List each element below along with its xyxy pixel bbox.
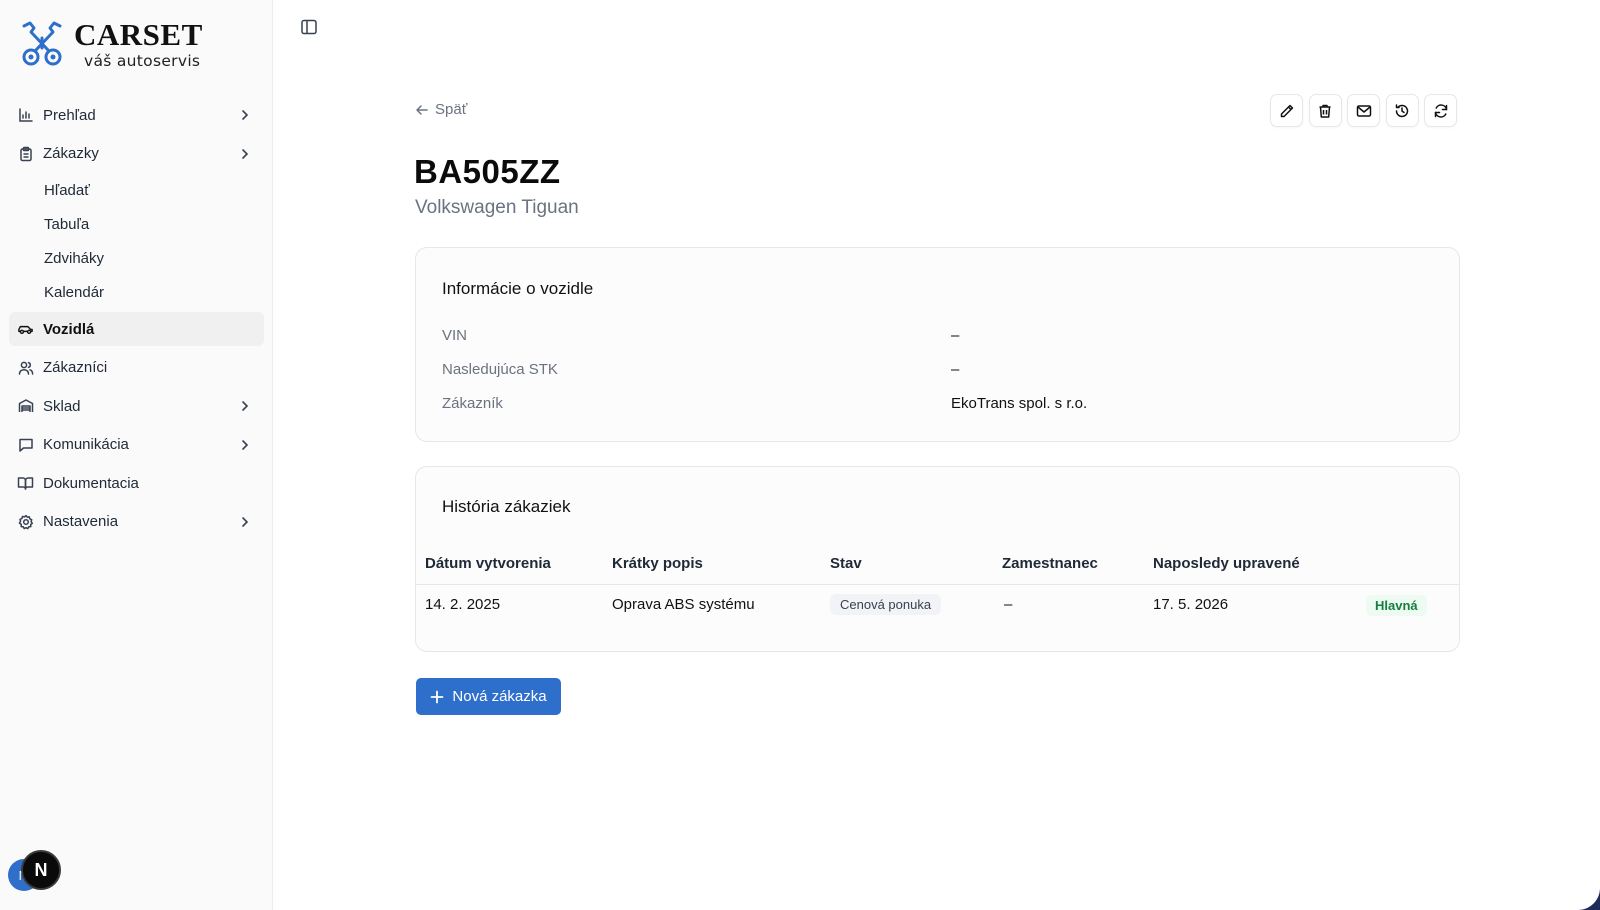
sidebar-item-label: Dokumentacia	[43, 474, 139, 492]
sidebar-item-label: Zákazky	[43, 145, 99, 162]
status-badge: Cenová ponuka	[830, 594, 942, 615]
column-header[interactable]: Zamestnanec	[1002, 555, 1098, 572]
chevron-right-icon	[242, 439, 249, 450]
refresh-button[interactable]	[1424, 94, 1457, 127]
column-header[interactable]: Krátky popis	[612, 555, 703, 572]
edit-button[interactable]	[1270, 94, 1303, 127]
sidebar-item-vozidla[interactable]: Vozidlá	[9, 312, 264, 347]
sidebar-subitem-zdvihaky[interactable]: Zdviháky	[9, 244, 264, 274]
cell-employee: –	[1004, 596, 1013, 613]
order-history-card: História zákaziek Dátum vytvorenia Krátk…	[415, 466, 1460, 652]
back-link[interactable]: Späť	[415, 101, 467, 118]
warehouse-icon	[17, 398, 34, 415]
table-row[interactable]: 14. 2. 2025 Oprava ABS systému Cenová po…	[416, 594, 1459, 626]
sidebar-item-label: Komunikácia	[43, 436, 129, 454]
vehicle-info-card: Informácie o vozidle VIN – Nasledujúca S…	[415, 247, 1460, 442]
main-content: Späť BA505ZZ Volkswagen Tiguan Informáci…	[273, 0, 1600, 910]
pencil-icon	[1280, 104, 1293, 117]
vehicle-plate: BA505ZZ	[414, 153, 561, 190]
arrow-left-icon	[416, 104, 428, 115]
sidebar-item-zakaznici[interactable]: Zákazníci	[9, 351, 264, 385]
sidebar-item-prehlad[interactable]: Prehľad	[9, 98, 264, 132]
dev-tools-badge[interactable]: N	[21, 850, 61, 890]
sidebar-toggle-icon[interactable]	[300, 18, 318, 36]
sidebar: CARSET váš autoservis Prehľad Zákazky Hľ…	[0, 0, 273, 910]
trash-icon	[1319, 104, 1331, 118]
users-icon	[17, 359, 34, 376]
customer-link[interactable]: EkoTrans spol. s r.o.	[951, 395, 1087, 412]
new-order-label: Nová zákazka	[452, 688, 547, 705]
sidebar-subitem-kalendar[interactable]: Kalendár	[9, 278, 264, 308]
history-button[interactable]	[1385, 94, 1419, 127]
column-header[interactable]: Dátum vytvorenia	[425, 555, 551, 572]
sidebar-item-label: Sklad	[43, 397, 81, 415]
refresh-icon	[1434, 103, 1447, 118]
bar-chart-icon	[17, 107, 34, 124]
email-button[interactable]	[1347, 94, 1380, 127]
sidebar-nav: Prehľad Zákazky Hľadať Tabuľa Zdviháky K…	[9, 98, 264, 543]
sidebar-item-nastavenia[interactable]: Nastavenia	[9, 505, 264, 539]
brand-logo[interactable]: CARSET váš autoservis	[18, 17, 203, 70]
brand-subtitle: váš autoservis	[84, 52, 201, 70]
chevron-right-icon	[242, 401, 249, 411]
cell-description: Oprava ABS systému	[612, 596, 755, 613]
cell-updated: 17. 5. 2026	[1153, 596, 1229, 613]
wrench-logo-icon	[22, 21, 62, 66]
info-label: Nasledujúca STK	[442, 361, 558, 378]
app-window: CARSET váš autoservis Prehľad Zákazky Hľ…	[0, 0, 1600, 910]
chevron-right-icon	[242, 110, 249, 120]
sidebar-item-komunikacia[interactable]: Komunikácia	[9, 428, 264, 462]
info-label: VIN	[442, 327, 468, 344]
mail-icon	[1356, 104, 1371, 117]
column-header[interactable]: Stav	[830, 555, 862, 572]
plus-icon	[430, 690, 444, 703]
back-label: Späť	[435, 101, 468, 118]
vehicle-model: Volkswagen Tiguan	[415, 197, 579, 218]
table-header: Dátum vytvorenia Krátky popis Stav Zames…	[416, 555, 1459, 585]
history-icon	[1395, 103, 1409, 117]
book-icon	[17, 475, 34, 492]
sidebar-subitem-tabula[interactable]: Tabuľa	[9, 209, 264, 239]
car-icon	[17, 321, 34, 338]
card-title: Informácie o vozidle	[442, 279, 594, 298]
sidebar-item-dokumentacia[interactable]: Dokumentacia	[9, 466, 264, 500]
column-header[interactable]: Naposledy upravené	[1153, 555, 1300, 572]
gear-icon	[17, 513, 34, 530]
sidebar-item-sklad[interactable]: Sklad	[9, 389, 264, 423]
message-icon	[17, 436, 34, 453]
clipboard-icon	[17, 145, 34, 162]
action-toolbar	[1270, 94, 1463, 127]
info-value: –	[951, 361, 960, 378]
sidebar-item-label: Prehľad	[43, 106, 96, 124]
info-value: –	[951, 327, 960, 344]
chevron-right-icon	[242, 148, 249, 159]
sidebar-item-label: Nastavenia	[43, 513, 119, 531]
new-order-button[interactable]: Nová zákazka	[416, 678, 561, 715]
sidebar-subitem-hladat[interactable]: Hľadať	[9, 175, 264, 205]
brand-title: CARSET	[74, 17, 203, 52]
delete-button[interactable]	[1308, 94, 1342, 127]
sidebar-item-label: Zákazníci	[43, 359, 108, 377]
sidebar-item-label: Vozidlá	[43, 320, 95, 338]
chevron-right-icon	[242, 516, 249, 527]
cell-date: 14. 2. 2025	[425, 596, 501, 613]
main-badge: Hlavná	[1366, 595, 1427, 616]
card-title: História zákaziek	[442, 497, 571, 516]
info-label: Zákazník	[442, 395, 503, 412]
sidebar-item-zakazky[interactable]: Zákazky	[9, 137, 264, 171]
